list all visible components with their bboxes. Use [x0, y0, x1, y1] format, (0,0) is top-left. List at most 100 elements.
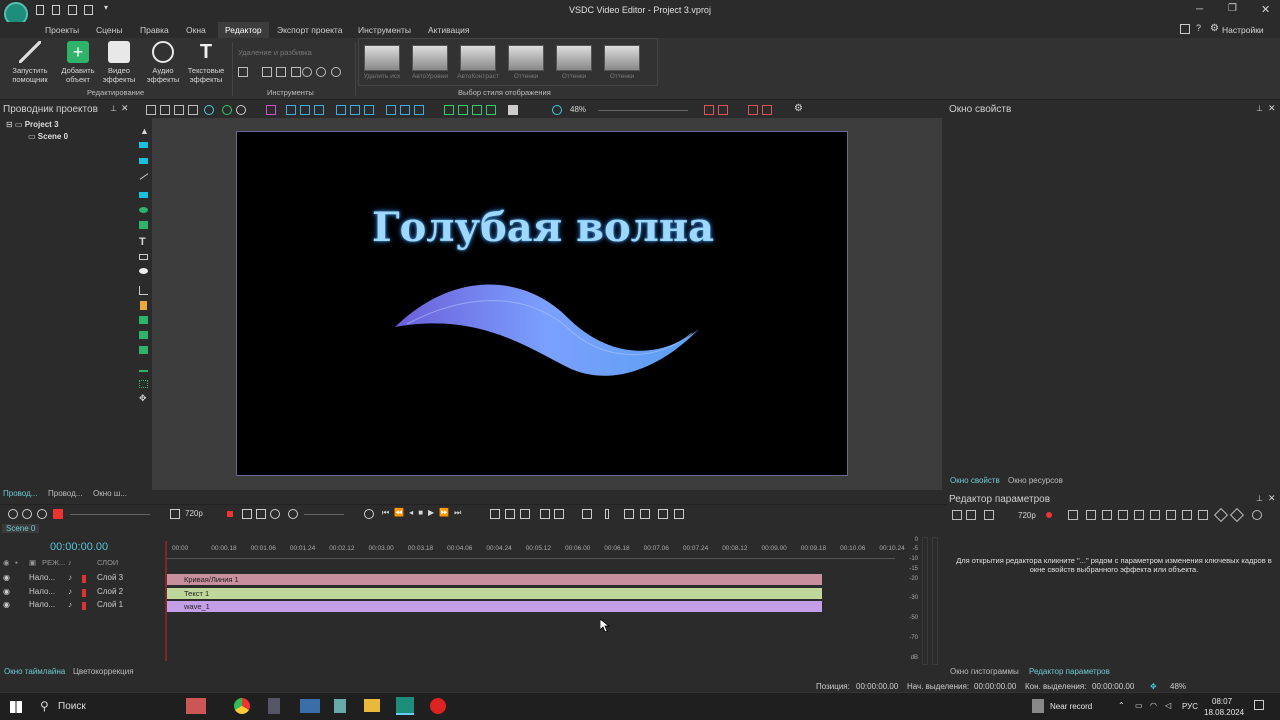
cut-icon[interactable]	[238, 67, 248, 77]
menu-export[interactable]: Экспорт проекта	[270, 22, 349, 38]
loop-icon[interactable]	[256, 509, 266, 519]
select-all-icon[interactable]	[266, 105, 276, 115]
video-preview[interactable]: Голубая волна	[236, 131, 848, 476]
tab-timeline[interactable]: Окно таймлайна	[4, 666, 65, 678]
line-tool-icon[interactable]	[139, 173, 149, 180]
marker-icon[interactable]	[554, 509, 564, 519]
keyframe-icon[interactable]	[1229, 507, 1245, 523]
canvas-settings-icon[interactable]: ⚙	[794, 104, 804, 114]
record-icon[interactable]	[53, 509, 63, 519]
curve-icon[interactable]	[1182, 510, 1192, 520]
eye-icon[interactable]: ◉	[3, 600, 10, 609]
curve-tool-icon[interactable]	[139, 221, 148, 229]
layer-mode[interactable]: Нало...	[29, 587, 55, 596]
maximize-button[interactable]: ❐	[1228, 3, 1237, 14]
timeline-clip[interactable]: Текст 1	[167, 587, 822, 599]
clock-date[interactable]: 18.08.2024	[1204, 708, 1244, 717]
move-tool-icon[interactable]: ✥	[139, 393, 147, 404]
split-icon[interactable]	[490, 509, 500, 519]
eye-icon[interactable]: ◉	[3, 573, 10, 582]
marker-icon[interactable]	[674, 509, 684, 519]
eye-icon[interactable]: ◉	[3, 558, 10, 567]
order-bottom-icon[interactable]	[486, 105, 496, 115]
tab-histogram[interactable]: Окно гистограммы	[950, 666, 1019, 678]
style-thumb-6[interactable]	[604, 45, 640, 71]
chart-tool-icon[interactable]	[139, 286, 148, 295]
add-object-button[interactable]: + Добавить объект	[56, 41, 100, 84]
image-tool-icon[interactable]	[139, 316, 148, 324]
param-tool-icon[interactable]	[952, 510, 962, 520]
undo-icon[interactable]	[222, 105, 232, 115]
particles-tool-icon[interactable]	[139, 380, 148, 388]
fit-icon[interactable]	[37, 509, 47, 519]
solo-marker-icon[interactable]	[82, 602, 86, 610]
shape-tool-icon[interactable]	[139, 192, 148, 198]
video-tool-icon[interactable]	[139, 158, 148, 164]
layer-row[interactable]: ◉ Нало... ♪ Слой 3	[0, 573, 165, 586]
ellipse-tool-icon[interactable]	[139, 207, 148, 213]
step-back-icon[interactable]: ◂	[409, 508, 418, 517]
snap-icon[interactable]	[748, 105, 758, 115]
app-icon-2[interactable]	[334, 699, 346, 713]
audio-icon[interactable]: ♪	[68, 573, 72, 582]
curve-icon[interactable]	[1118, 510, 1128, 520]
layers-icon[interactable]: ▣	[29, 558, 36, 567]
zoom-slider[interactable]	[598, 110, 688, 111]
text-tool-icon[interactable]: T	[139, 236, 146, 248]
video-effects-button[interactable]: Видео эффекты	[97, 41, 141, 84]
record-icon[interactable]	[227, 511, 233, 517]
balloon-tool-icon[interactable]	[139, 268, 148, 274]
play-icon[interactable]: ▶	[428, 508, 439, 517]
delete-icon[interactable]	[188, 105, 198, 115]
marker-icon[interactable]	[540, 509, 550, 519]
curve-icon[interactable]	[1150, 510, 1160, 520]
pin-icon[interactable]: ⊥	[1256, 494, 1263, 503]
curve-icon[interactable]	[1086, 510, 1096, 520]
recorder-icon[interactable]	[430, 698, 446, 714]
rect-tool-icon[interactable]	[139, 142, 148, 148]
solo-marker-icon[interactable]	[82, 575, 86, 583]
tab-project-explorer[interactable]: Провод...	[3, 488, 37, 500]
timeline-clip[interactable]: wave_1	[167, 601, 822, 612]
notification-icon[interactable]	[1254, 700, 1264, 710]
close-panel-icon[interactable]: ✕	[1268, 103, 1276, 114]
tab-color-correction[interactable]: Цветокоррекция	[73, 666, 134, 678]
marker-icon[interactable]	[624, 509, 634, 519]
order-down-icon[interactable]	[458, 105, 468, 115]
prev-frame-icon[interactable]: ⏪	[394, 508, 409, 517]
align-bottom-icon[interactable]	[364, 105, 374, 115]
distribute-v-icon[interactable]	[400, 105, 410, 115]
text-effects-button[interactable]: T Текстовые эффекты	[184, 41, 228, 84]
markers-icon[interactable]	[582, 509, 592, 519]
zoom-level[interactable]: 48%	[570, 105, 586, 114]
tree-project[interactable]: ⊟ ▭ Project 3	[6, 120, 59, 129]
circle-icon[interactable]	[204, 105, 214, 115]
menu-projects[interactable]: Проекты	[38, 22, 86, 38]
menu-windows[interactable]: Окна	[179, 22, 213, 38]
preview-resolution[interactable]: 720p	[185, 509, 203, 518]
search-icon[interactable]: ⚲	[40, 699, 49, 713]
order-top-icon[interactable]	[472, 105, 482, 115]
align-right-icon[interactable]	[314, 105, 324, 115]
copy-icon[interactable]	[160, 105, 170, 115]
marker-icon[interactable]	[658, 509, 668, 519]
clock-icon[interactable]	[1252, 510, 1262, 520]
grid-icon[interactable]	[704, 105, 714, 115]
zoom-fit-icon[interactable]	[552, 105, 562, 115]
eye-icon[interactable]: ◉	[3, 587, 10, 596]
settings-link[interactable]: Настройки	[1222, 25, 1264, 35]
wizard-button[interactable]: Запустить помощник	[8, 41, 52, 84]
layout-icon[interactable]	[1180, 24, 1190, 34]
loop-icon[interactable]	[242, 509, 252, 519]
volume-icon[interactable]	[288, 509, 298, 519]
tab-param-editor[interactable]: Редактор параметров	[1029, 666, 1110, 678]
param-tool-icon[interactable]	[984, 510, 994, 520]
settings-gear-icon[interactable]: ⚙	[1210, 23, 1219, 34]
removal-split-label[interactable]: Удаление и разбивка	[238, 48, 312, 57]
curve-icon[interactable]	[1198, 510, 1208, 520]
save-icon[interactable]	[68, 5, 77, 15]
wifi-icon[interactable]: ◠	[1150, 701, 1157, 710]
calculator-icon[interactable]	[268, 698, 280, 714]
split-icon[interactable]	[505, 509, 515, 519]
preview-mode-icon[interactable]	[170, 509, 180, 519]
